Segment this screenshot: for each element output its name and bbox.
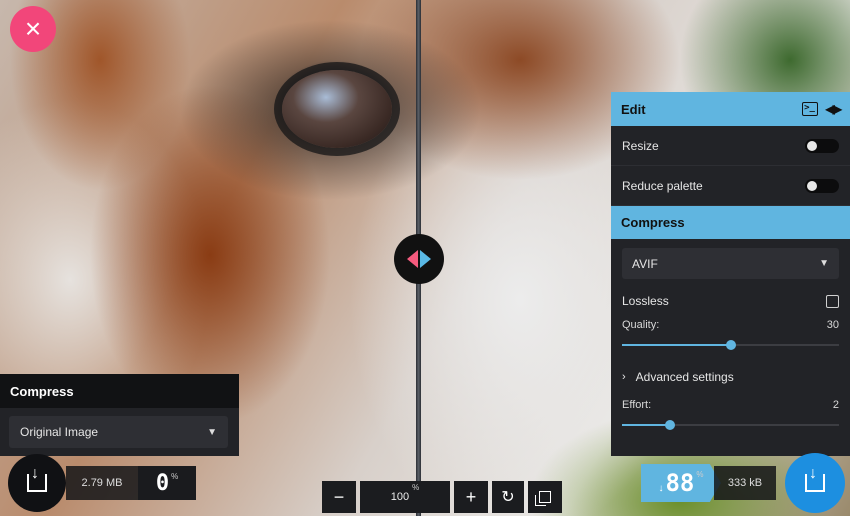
compressed-percent-value: 88 (665, 469, 695, 497)
split-handle[interactable] (394, 234, 444, 284)
original-size: 2.79 MB (66, 466, 138, 500)
zoom-input[interactable]: 100 % (360, 481, 450, 513)
quality-value: 30 (826, 319, 839, 331)
compress-title: Compress (621, 215, 685, 230)
original-format-value: Original Image (20, 425, 99, 439)
effort-value: 2 (832, 399, 839, 411)
advanced-settings-label: Advanced settings (635, 370, 734, 384)
format-select[interactable]: AVIF ▼ (622, 248, 839, 279)
close-button[interactable]: × (10, 6, 56, 52)
quality-slider-fill (622, 344, 731, 346)
lossless-checkbox[interactable] (826, 294, 839, 308)
compressed-percent-unit: % (696, 470, 704, 479)
split-right-arrow-icon (420, 250, 431, 268)
effort-control: Effort: 2 (611, 399, 850, 433)
quality-slider[interactable] (622, 337, 839, 353)
chevron-down-icon: ▼ (819, 258, 829, 269)
download-icon (805, 465, 825, 492)
split-left-arrow-icon (407, 250, 418, 268)
chevron-right-icon: › (622, 371, 626, 383)
split-arrows-icon[interactable]: ◀▶ (826, 102, 843, 116)
download-original-button[interactable] (8, 454, 66, 512)
quality-control: Quality: 30 (611, 319, 850, 353)
quality-label: Quality: (622, 319, 660, 331)
effort-label: Effort: (622, 399, 652, 411)
zoom-in-button[interactable]: + (454, 481, 488, 513)
edit-title: Edit (621, 101, 646, 117)
toggle-background-button[interactable] (528, 481, 562, 513)
resize-toggle[interactable] (805, 138, 839, 153)
compressed-size: 333 kB (714, 466, 776, 500)
download-compressed-button[interactable] (785, 453, 845, 513)
format-select-value: AVIF (632, 256, 658, 271)
minus-icon: − (333, 486, 345, 507)
chevron-down-icon: ▼ (207, 426, 217, 438)
terminal-icon[interactable]: >_ (801, 102, 818, 116)
advanced-settings-toggle[interactable]: › Advanced settings (611, 359, 850, 395)
zoom-unit: % (412, 483, 420, 492)
reduce-palette-label: Reduce palette (622, 178, 703, 193)
rotate-icon: ↻ (501, 489, 515, 506)
edit-header: Edit >_ ◀▶ (611, 92, 850, 126)
effort-slider-thumb[interactable] (664, 420, 675, 430)
original-panel: Compress Original Image ▼ (0, 374, 239, 456)
zoom-value: 100 (390, 491, 410, 503)
plus-icon: + (465, 486, 477, 507)
compress-header: Compress (611, 206, 850, 239)
original-compress-header: Compress (0, 374, 239, 408)
reduce-palette-toggle[interactable] (805, 178, 839, 193)
effort-slider[interactable] (622, 417, 839, 433)
red-panda-eye (282, 70, 392, 148)
compressed-percent: ↓ 88 % (641, 464, 721, 502)
original-percent-value: 0 (155, 470, 170, 496)
zoom-out-button[interactable]: − (322, 481, 356, 513)
lossless-label: Lossless (622, 294, 669, 308)
original-percent: 0 % (138, 466, 196, 500)
original-format-select[interactable]: Original Image ▼ (9, 416, 228, 448)
rotate-button[interactable]: ↻ (492, 481, 524, 513)
effort-slider-fill (622, 424, 670, 426)
resize-row: Resize (611, 126, 850, 166)
resize-label: Resize (622, 138, 659, 153)
original-percent-unit: % (171, 472, 179, 481)
reduce-palette-row: Reduce palette (611, 166, 850, 206)
original-compress-title: Compress (10, 383, 74, 399)
close-icon: × (24, 13, 42, 44)
download-icon (27, 465, 47, 492)
reduction-arrow-icon: ↓ (658, 483, 664, 494)
lossless-row: Lossless (611, 283, 850, 319)
background-icon (535, 491, 551, 506)
quality-slider-thumb[interactable] (725, 340, 736, 350)
zoom-toolbar: − 100 % + ↻ (322, 481, 562, 513)
settings-panel: Edit >_ ◀▶ Resize Reduce palette Compres… (611, 92, 850, 456)
